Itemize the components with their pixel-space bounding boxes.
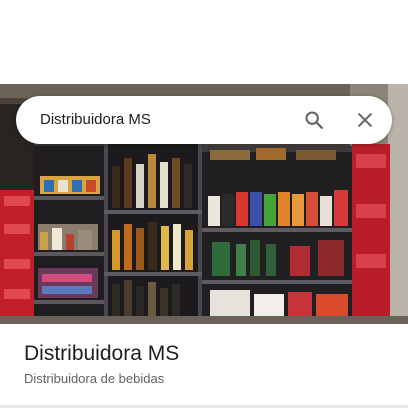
search-icon: [305, 111, 323, 129]
top-blank-area: [0, 0, 408, 84]
place-info-panel: Distribuidora MS Distribuidora de bebida…: [0, 324, 408, 408]
place-title: Distribuidora MS: [24, 342, 180, 365]
close-button[interactable]: [349, 104, 381, 136]
search-button[interactable]: [298, 104, 330, 136]
search-input[interactable]: Distribuidora MS: [40, 96, 151, 144]
place-category: Distribuidora de bebidas: [24, 371, 165, 386]
search-bar[interactable]: Distribuidora MS: [16, 96, 392, 144]
close-icon: [358, 113, 372, 127]
